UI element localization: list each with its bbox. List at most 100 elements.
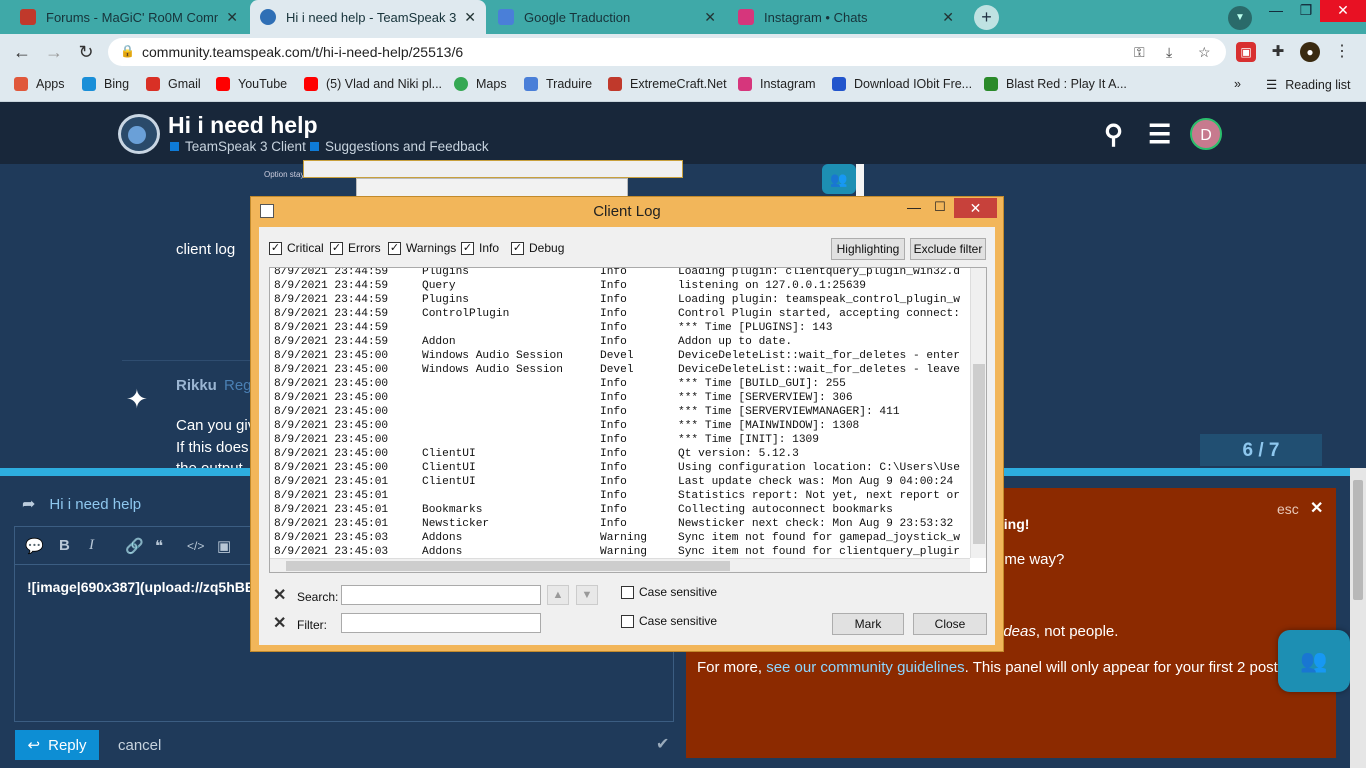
- profile-avatar-icon[interactable]: ●: [1300, 42, 1320, 62]
- log-vertical-scrollbar[interactable]: [970, 268, 986, 558]
- editor-textarea[interactable]: ![image|690x387](upload://zq5hBB: [27, 579, 255, 595]
- bold-icon[interactable]: B: [59, 537, 70, 554]
- bookmark-extremecraft[interactable]: ExtremeCraft.Net: [608, 77, 727, 91]
- tab-title: Forums - MaGiC' Ro0M Communi: [46, 9, 218, 25]
- key-icon[interactable]: ⚿: [1134, 44, 1145, 61]
- tab-search-icon[interactable]: ▼: [1228, 6, 1252, 30]
- restore-window-icon[interactable]: ❐: [1292, 0, 1320, 22]
- close-icon[interactable]: ✕: [954, 198, 997, 218]
- bookmark-gmail[interactable]: Gmail: [146, 77, 201, 91]
- post-username[interactable]: Rikku: [176, 377, 217, 394]
- reload-icon[interactable]: ↻: [74, 40, 98, 64]
- new-tab-button[interactable]: +: [974, 5, 999, 30]
- filter-case-sensitive-checkbox[interactable]: Case sensitive: [621, 614, 717, 628]
- close-window-icon[interactable]: ✕: [1320, 0, 1366, 22]
- omnibox[interactable]: 🔒 community.teamspeak.com/t/hi-i-need-he…: [108, 38, 1226, 66]
- scrollbar-thumb[interactable]: [286, 561, 730, 571]
- bookmark-traduire[interactable]: Traduire: [524, 77, 592, 91]
- search-down-arrow-icon[interactable]: ▼: [576, 585, 598, 605]
- bookmark-vlad-niki[interactable]: (5) Vlad and Niki pl...: [304, 77, 442, 91]
- log-message: Collecting autoconnect bookmarks: [678, 504, 893, 516]
- install-icon[interactable]: ⤓: [1166, 44, 1172, 61]
- bookmark-iobit[interactable]: Download IObit Fre...: [832, 77, 972, 91]
- tab-google-traduction[interactable]: Google Traduction ✕: [488, 0, 726, 34]
- search-input[interactable]: [341, 585, 541, 605]
- minimize-icon[interactable]: —: [903, 199, 925, 219]
- log-level: Info: [600, 378, 627, 390]
- tab-instagram[interactable]: Instagram • Chats ✕: [728, 0, 964, 34]
- maximize-icon[interactable]: ☐: [929, 199, 951, 219]
- blockquote-icon[interactable]: ❝: [155, 537, 163, 555]
- close-tab-icon[interactable]: ✕: [464, 9, 476, 26]
- forward-arrow-icon[interactable]: →: [42, 40, 66, 64]
- tab-teamspeak[interactable]: Hi i need help - TeamSpeak 3 Cli ✕: [250, 0, 486, 34]
- topic-progress[interactable]: 6 / 7: [1200, 434, 1322, 466]
- user-avatar-icon[interactable]: ✦: [126, 384, 158, 416]
- extensions-puzzle-icon[interactable]: ✚: [1268, 42, 1288, 62]
- users-icon[interactable]: 👥: [822, 164, 856, 194]
- filter-warnings-checkbox[interactable]: ✓ Warnings: [388, 241, 456, 255]
- reply-topic-title[interactable]: Hi i need help: [49, 496, 141, 513]
- log-level: Info: [600, 406, 627, 418]
- bookmark-apps[interactable]: Apps: [14, 77, 65, 91]
- more-bookmarks-button[interactable]: »: [1234, 77, 1241, 91]
- italic-icon[interactable]: I: [89, 537, 94, 554]
- minimize-window-icon[interactable]: —: [1262, 0, 1290, 22]
- log-timestamp: 8/9/2021 23:44:59: [274, 322, 389, 334]
- checkbox-label: Critical: [287, 241, 324, 255]
- scrollbar-thumb[interactable]: [973, 364, 985, 544]
- client-log-titlebar[interactable]: Client Log — ☐ ✕: [251, 197, 1003, 225]
- star-bookmark-icon[interactable]: ☆: [1198, 44, 1211, 61]
- filter-input[interactable]: [341, 613, 541, 633]
- close-tab-icon[interactable]: ✕: [226, 9, 238, 26]
- highlighting-button[interactable]: Highlighting: [831, 238, 905, 260]
- link-icon[interactable]: 🔗: [125, 537, 144, 555]
- bookmark-youtube[interactable]: YouTube: [216, 77, 287, 91]
- filter-errors-checkbox[interactable]: ✓ Errors: [330, 241, 381, 255]
- user-avatar[interactable]: D: [1190, 118, 1222, 150]
- bookmark-bing[interactable]: Bing: [82, 77, 129, 91]
- reading-list-button[interactable]: ☰ Reading list: [1266, 77, 1351, 93]
- log-level: Info: [600, 420, 627, 432]
- close-button[interactable]: Close: [913, 613, 987, 635]
- log-horizontal-scrollbar[interactable]: [270, 558, 970, 572]
- extension-icon[interactable]: ▣: [1236, 42, 1256, 62]
- cancel-link[interactable]: cancel: [118, 737, 161, 754]
- teamspeak-logo-icon[interactable]: [118, 114, 160, 154]
- category-teamspeak3-client[interactable]: TeamSpeak 3 Client: [170, 139, 306, 154]
- filter-info-checkbox[interactable]: ✓ Info: [461, 241, 499, 255]
- browser-menu-icon[interactable]: ⋮: [1332, 42, 1352, 62]
- reply-share-icon[interactable]: ➦: [22, 494, 35, 514]
- bookmark-maps[interactable]: Maps: [454, 77, 507, 91]
- code-icon[interactable]: </>: [187, 539, 204, 553]
- close-tab-icon[interactable]: ✕: [704, 9, 716, 26]
- close-icon[interactable]: ✕: [1310, 498, 1323, 518]
- tab-forums[interactable]: Forums - MaGiC' Ro0M Communi ✕: [10, 0, 248, 34]
- url-text[interactable]: community.teamspeak.com/t/hi-i-need-help…: [142, 44, 463, 60]
- search-case-sensitive-checkbox[interactable]: Case sensitive: [621, 585, 717, 599]
- maps-pin-icon: [454, 77, 468, 91]
- topic-title[interactable]: Hi i need help: [168, 112, 318, 139]
- search-up-arrow-icon[interactable]: ▲: [547, 585, 569, 605]
- close-tab-icon[interactable]: ✕: [942, 9, 954, 26]
- filter-critical-checkbox[interactable]: ✓ Critical: [269, 241, 324, 255]
- bookmark-instagram[interactable]: Instagram: [738, 77, 816, 91]
- mark-button[interactable]: Mark: [832, 613, 904, 635]
- reply-button[interactable]: ↩ Reply: [15, 730, 99, 760]
- community-guidelines-link[interactable]: see our community guidelines: [766, 659, 964, 676]
- exclude-filter-button[interactable]: Exclude filter: [910, 238, 986, 260]
- bookmark-blast-red[interactable]: Blast Red : Play It A...: [984, 77, 1127, 91]
- hamburger-menu-icon[interactable]: ☰: [1148, 119, 1171, 150]
- image-icon[interactable]: ▣: [217, 537, 231, 555]
- back-arrow-icon[interactable]: ←: [10, 40, 34, 64]
- search-icon[interactable]: ⚲: [1104, 119, 1123, 150]
- floating-users-icon[interactable]: 👥: [1278, 630, 1350, 692]
- page-scrollbar[interactable]: [1350, 468, 1366, 768]
- scrollbar-thumb[interactable]: [1353, 480, 1363, 600]
- clear-search-icon[interactable]: ✕: [273, 585, 286, 605]
- quote-bubble-icon[interactable]: 💬: [25, 537, 44, 555]
- clear-filter-icon[interactable]: ✕: [273, 613, 286, 633]
- category-suggestions-feedback[interactable]: Suggestions and Feedback: [310, 139, 489, 154]
- filter-debug-checkbox[interactable]: ✓ Debug: [511, 241, 564, 255]
- log-table[interactable]: 8/9/2021 23:44:59 Plugins Info Loading plug…: [269, 267, 987, 573]
